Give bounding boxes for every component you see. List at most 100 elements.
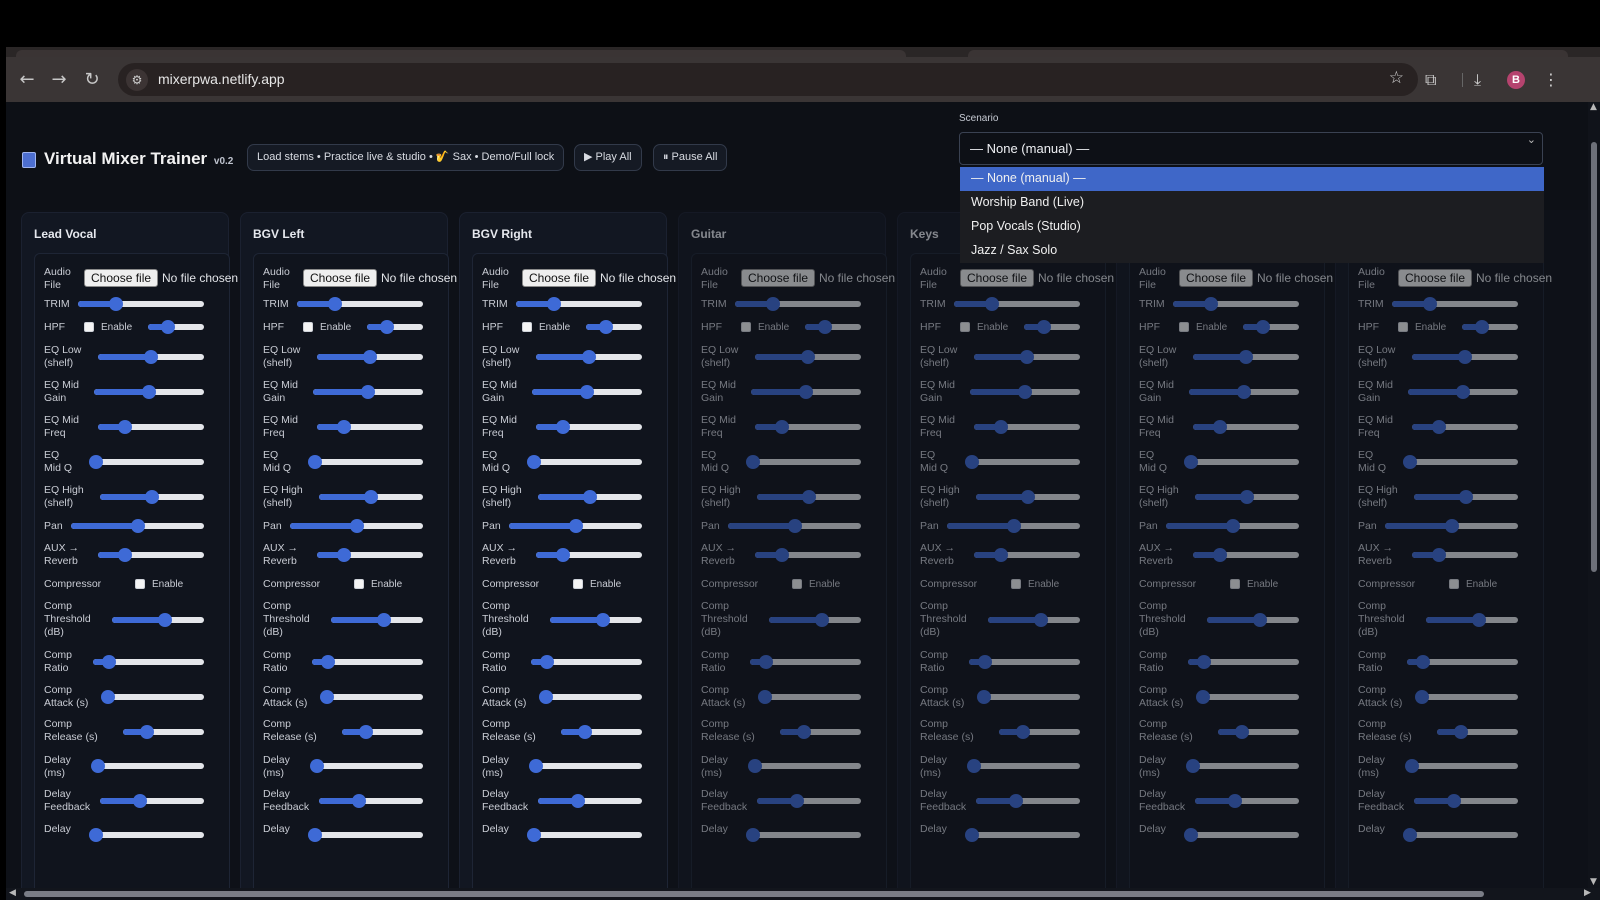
slider-thumb[interactable]	[320, 655, 335, 669]
pan-slider[interactable]	[947, 519, 1080, 533]
hpf-enable-checkbox[interactable]	[84, 322, 94, 332]
comp-threshold-slider[interactable]	[112, 613, 204, 627]
eq-mid-freq-slider[interactable]	[317, 420, 423, 434]
slider-thumb[interactable]	[1227, 794, 1242, 808]
hpf-enable-checkbox[interactable]	[303, 322, 313, 332]
slider-thumb[interactable]	[1456, 385, 1470, 399]
slider-thumb[interactable]	[140, 725, 155, 739]
eq-mid-freq-slider[interactable]	[1412, 420, 1518, 434]
slider-thumb[interactable]	[1446, 794, 1461, 808]
hpf-enable-checkbox[interactable]	[960, 322, 970, 332]
slider-thumb[interactable]	[578, 725, 593, 739]
delay-ms-slider[interactable]	[310, 759, 423, 773]
slider-thumb[interactable]	[965, 828, 980, 842]
comp-ratio-slider[interactable]	[531, 655, 642, 669]
profile-avatar[interactable]: B	[1507, 71, 1525, 89]
delay-cut-slider[interactable]	[1184, 828, 1299, 842]
slider-thumb[interactable]	[310, 759, 325, 773]
aux-slider[interactable]	[317, 548, 423, 562]
hpf-slider[interactable]	[148, 320, 204, 334]
comp-threshold-slider[interactable]	[988, 613, 1080, 627]
slider-thumb[interactable]	[546, 297, 561, 311]
choose-file-button[interactable]: Choose file	[522, 269, 597, 287]
slider-thumb[interactable]	[1422, 297, 1437, 311]
pan-slider[interactable]	[290, 519, 423, 533]
eq-low-slider[interactable]	[98, 350, 204, 364]
slider-thumb[interactable]	[993, 420, 1008, 434]
comp-attack-slider[interactable]	[758, 690, 861, 704]
slider-thumb[interactable]	[351, 794, 366, 808]
back-icon[interactable]: ←	[16, 69, 38, 91]
slider-thumb[interactable]	[1459, 490, 1473, 504]
comp-ratio-slider[interactable]	[969, 655, 1080, 669]
forward-icon[interactable]: →	[48, 69, 70, 91]
url-text[interactable]: mixerpwa.netlify.app	[158, 71, 285, 87]
slider-thumb[interactable]	[1203, 297, 1218, 311]
scenario-option[interactable]: Pop Vocals (Studio)	[960, 215, 1544, 239]
delay-feedback-slider[interactable]	[100, 794, 204, 808]
aux-slider[interactable]	[974, 548, 1080, 562]
slider-thumb[interactable]	[817, 320, 832, 334]
hpf-slider[interactable]	[1243, 320, 1299, 334]
slider-thumb[interactable]	[568, 519, 583, 533]
slider-thumb[interactable]	[160, 320, 175, 334]
slider-thumb[interactable]	[993, 548, 1008, 562]
eq-mid-freq-slider[interactable]	[98, 420, 204, 434]
horizontal-scroll-thumb[interactable]	[24, 891, 1484, 897]
eq-mid-freq-slider[interactable]	[1193, 420, 1299, 434]
slider-thumb[interactable]	[1405, 759, 1420, 773]
slider-thumb[interactable]	[765, 297, 780, 311]
scenario-option[interactable]: Jazz / Sax Solo	[960, 239, 1544, 263]
slider-thumb[interactable]	[308, 828, 323, 842]
comp-attack-slider[interactable]	[977, 690, 1080, 704]
slider-thumb[interactable]	[748, 759, 763, 773]
slider-thumb[interactable]	[1454, 725, 1469, 739]
eq-mid-freq-slider[interactable]	[974, 420, 1080, 434]
eq-mid-gain-slider[interactable]	[1189, 385, 1299, 399]
slider-thumb[interactable]	[1186, 759, 1201, 773]
slider-thumb[interactable]	[379, 320, 394, 334]
comp-release-slider[interactable]	[1218, 725, 1299, 739]
slider-thumb[interactable]	[108, 297, 123, 311]
slider-thumb[interactable]	[801, 350, 815, 364]
pan-slider[interactable]	[509, 519, 642, 533]
slider-thumb[interactable]	[789, 794, 804, 808]
slider-thumb[interactable]	[815, 613, 830, 627]
eq-mid-q-slider[interactable]	[964, 455, 1080, 469]
scroll-up-icon[interactable]: ▲	[1590, 102, 1597, 112]
aux-slider[interactable]	[98, 548, 204, 562]
slider-thumb[interactable]	[774, 420, 789, 434]
slider-thumb[interactable]	[799, 385, 813, 399]
slider-thumb[interactable]	[745, 455, 760, 469]
play-all-button[interactable]: ▶ Play All	[574, 144, 642, 171]
comp-release-slider[interactable]	[342, 725, 423, 739]
slider-thumb[interactable]	[1431, 420, 1446, 434]
aux-slider[interactable]	[755, 548, 861, 562]
eq-mid-q-slider[interactable]	[1402, 455, 1518, 469]
trim-slider[interactable]	[735, 297, 861, 311]
hpf-slider[interactable]	[805, 320, 861, 334]
scenario-option[interactable]: Worship Band (Live)	[960, 191, 1544, 215]
choose-file-button[interactable]: Choose file	[1398, 269, 1473, 287]
comp-threshold-slider[interactable]	[769, 613, 861, 627]
slider-thumb[interactable]	[539, 690, 554, 704]
comp-attack-slider[interactable]	[539, 690, 642, 704]
trim-slider[interactable]	[297, 297, 423, 311]
slider-thumb[interactable]	[1196, 690, 1211, 704]
slider-thumb[interactable]	[529, 759, 544, 773]
slider-thumb[interactable]	[570, 794, 585, 808]
slider-thumb[interactable]	[144, 350, 158, 364]
eq-mid-gain-slider[interactable]	[970, 385, 1080, 399]
slider-thumb[interactable]	[1239, 350, 1253, 364]
delay-feedback-slider[interactable]	[319, 794, 423, 808]
delay-cut-slider[interactable]	[965, 828, 1080, 842]
comp-attack-slider[interactable]	[1415, 690, 1518, 704]
slider-thumb[interactable]	[1184, 828, 1199, 842]
delay-feedback-slider[interactable]	[1195, 794, 1299, 808]
eq-mid-freq-slider[interactable]	[536, 420, 642, 434]
eq-mid-q-slider[interactable]	[745, 455, 861, 469]
extensions-icon[interactable]: ⧉	[1425, 69, 1436, 91]
comp-release-slider[interactable]	[780, 725, 861, 739]
slider-thumb[interactable]	[964, 455, 979, 469]
slider-thumb[interactable]	[526, 455, 541, 469]
